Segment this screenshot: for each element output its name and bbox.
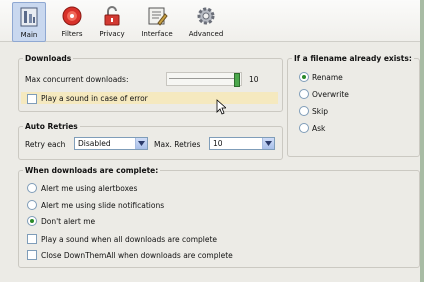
tab-filters[interactable]: Filters (55, 2, 89, 40)
max-retries-value: 10 (213, 139, 223, 148)
max-retries-dropdown-icon[interactable] (262, 138, 274, 149)
retry-each-label: Retry each (25, 140, 66, 149)
radio-rename-label: Rename (312, 73, 343, 82)
slider-track (169, 78, 235, 79)
max-downloads-slider[interactable] (166, 72, 242, 87)
close-app-checkbox[interactable] (27, 250, 37, 260)
tab-toolbar: Main Filters Privacy Interface Advanced (0, 0, 420, 42)
max-retries-label: Max. Retries (154, 140, 201, 149)
radio-skip-label: Skip (312, 107, 328, 116)
tab-interface-label: Interface (141, 30, 173, 38)
radio-dont-alert[interactable] (27, 216, 37, 226)
play-sound-complete-label: Play a sound when all downloads are comp… (41, 235, 218, 244)
tab-advanced-label: Advanced (188, 30, 224, 38)
radio-alert-slide-label: Alert me using slide notifications (41, 201, 165, 210)
filename-exists-title: If a filename already exists: (292, 54, 414, 63)
radio-overwrite-label: Overwrite (312, 90, 349, 99)
radio-alert-alertboxes-label: Alert me using alertboxes (41, 184, 138, 193)
max-downloads-value: 10 (249, 75, 259, 84)
radio-overwrite[interactable] (299, 89, 309, 99)
tab-main-label: Main (20, 31, 38, 39)
tab-filters-label: Filters (61, 30, 83, 38)
radio-alert-alertboxes[interactable] (27, 183, 37, 193)
radio-skip[interactable] (299, 106, 309, 116)
radio-alert-slide[interactable] (27, 200, 37, 210)
mouse-cursor-icon (216, 99, 228, 117)
auto-retries-title: Auto Retries (23, 122, 80, 131)
interface-icon (146, 5, 168, 27)
privacy-icon (101, 5, 123, 27)
retry-each-dropdown-icon[interactable] (135, 138, 147, 149)
slider-thumb[interactable] (234, 73, 240, 87)
tab-interface[interactable]: Interface (136, 2, 178, 40)
tab-advanced[interactable]: Advanced (186, 2, 226, 40)
radio-ask-label: Ask (312, 124, 326, 133)
tab-privacy[interactable]: Privacy (94, 2, 130, 40)
close-app-label: Close DownThemAll when downloads are com… (41, 251, 233, 260)
radio-ask[interactable] (299, 123, 309, 133)
retry-each-value: Disabled (78, 139, 111, 148)
max-downloads-label: Max concurrent downloads: (25, 75, 129, 84)
radio-rename[interactable] (299, 72, 309, 82)
downloads-complete-title: When downloads are complete: (23, 166, 161, 175)
play-sound-complete-checkbox[interactable] (27, 234, 37, 244)
tab-main[interactable]: Main (12, 2, 46, 42)
main-icon (18, 6, 40, 28)
downloads-title: Downloads (23, 54, 74, 63)
tab-privacy-label: Privacy (99, 30, 125, 38)
play-sound-error-checkbox[interactable] (27, 94, 37, 104)
max-retries-select[interactable]: 10 (209, 137, 275, 150)
advanced-icon (195, 5, 217, 27)
preferences-window: Main Filters Privacy Interface Advanced … (0, 0, 420, 282)
play-sound-error-label: Play a sound in case of error (41, 94, 148, 103)
filters-icon (61, 5, 83, 27)
radio-dont-alert-label: Don't alert me (41, 217, 96, 226)
retry-each-select[interactable]: Disabled (74, 137, 148, 150)
